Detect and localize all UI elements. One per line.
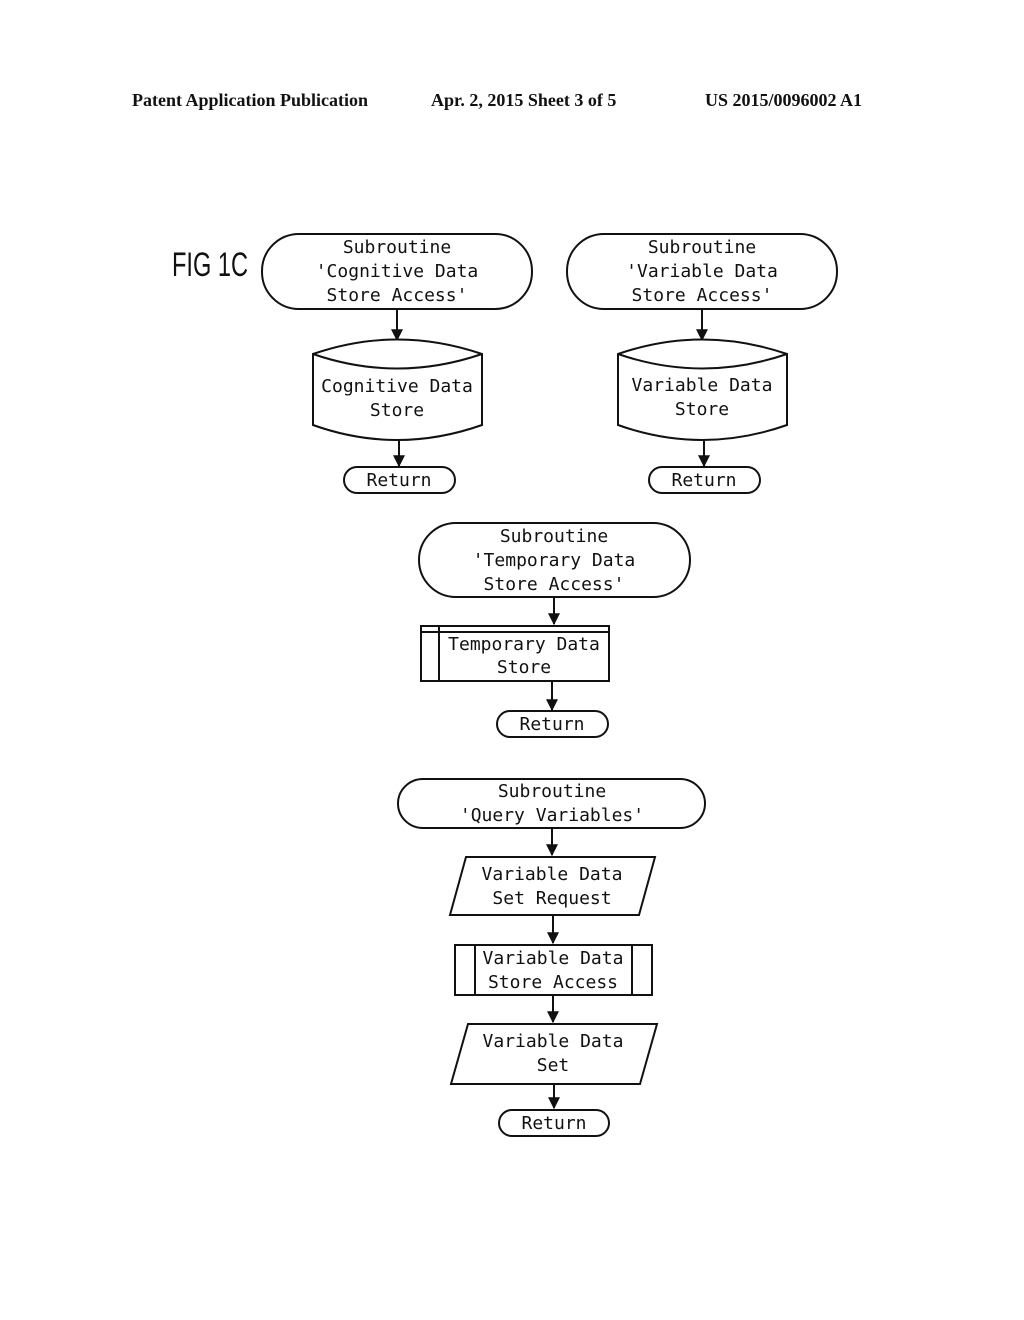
output-label-line-1: Variable Data — [483, 1031, 624, 1052]
return-label: Return — [671, 470, 736, 491]
start-label-line-3: Store Access' — [632, 285, 773, 306]
return-label: Return — [366, 470, 431, 491]
flowchart-cognitive-data-store-access: Subroutine 'Cognitive Data Store Access'… — [261, 233, 533, 494]
process-label-line-1: Variable Data — [483, 948, 624, 969]
start-label-line-3: Store Access' — [484, 574, 625, 595]
input-label-line-2: Set Request — [492, 888, 611, 909]
start-label-line-2: 'Variable Data — [626, 261, 778, 282]
store-label-line-2: Store — [370, 400, 424, 421]
start-label-line-2: 'Temporary Data — [473, 550, 636, 571]
output-label-line-2: Set — [537, 1055, 570, 1076]
start-label-line-1: Subroutine — [500, 526, 608, 547]
flowchart-variable-data-store-access: Subroutine 'Variable Data Store Access' … — [566, 233, 838, 494]
flowchart-diagram: FIG 1C Subroutine 'Cognitive Data Store … — [172, 233, 838, 1137]
flowchart-query-variables: Subroutine 'Query Variables' Variable Da… — [397, 778, 706, 1137]
start-label-line-1: Subroutine — [648, 237, 756, 258]
return-label: Return — [521, 1113, 586, 1134]
return-label: Return — [519, 714, 584, 735]
start-label-line-1: Subroutine — [498, 781, 606, 802]
start-label-line-1: Subroutine — [343, 237, 451, 258]
store-label-line-1: Cognitive Data — [321, 376, 473, 397]
start-label-line-2: 'Cognitive Data — [316, 261, 479, 282]
process-label-line-2: Store Access — [488, 972, 618, 993]
start-label-line-3: Store Access' — [327, 285, 468, 306]
store-label-line-1: Variable Data — [632, 375, 773, 396]
figure-label: FIG 1C — [172, 246, 248, 284]
input-label-line-1: Variable Data — [482, 864, 623, 885]
start-label-line-2: 'Query Variables' — [460, 805, 644, 826]
store-label-line-2: Store — [497, 657, 551, 678]
store-label-line-2: Store — [675, 399, 729, 420]
flowchart-temporary-data-store-access: Subroutine 'Temporary Data Store Access'… — [418, 522, 691, 738]
store-label-line-1: Temporary Data — [448, 634, 600, 655]
